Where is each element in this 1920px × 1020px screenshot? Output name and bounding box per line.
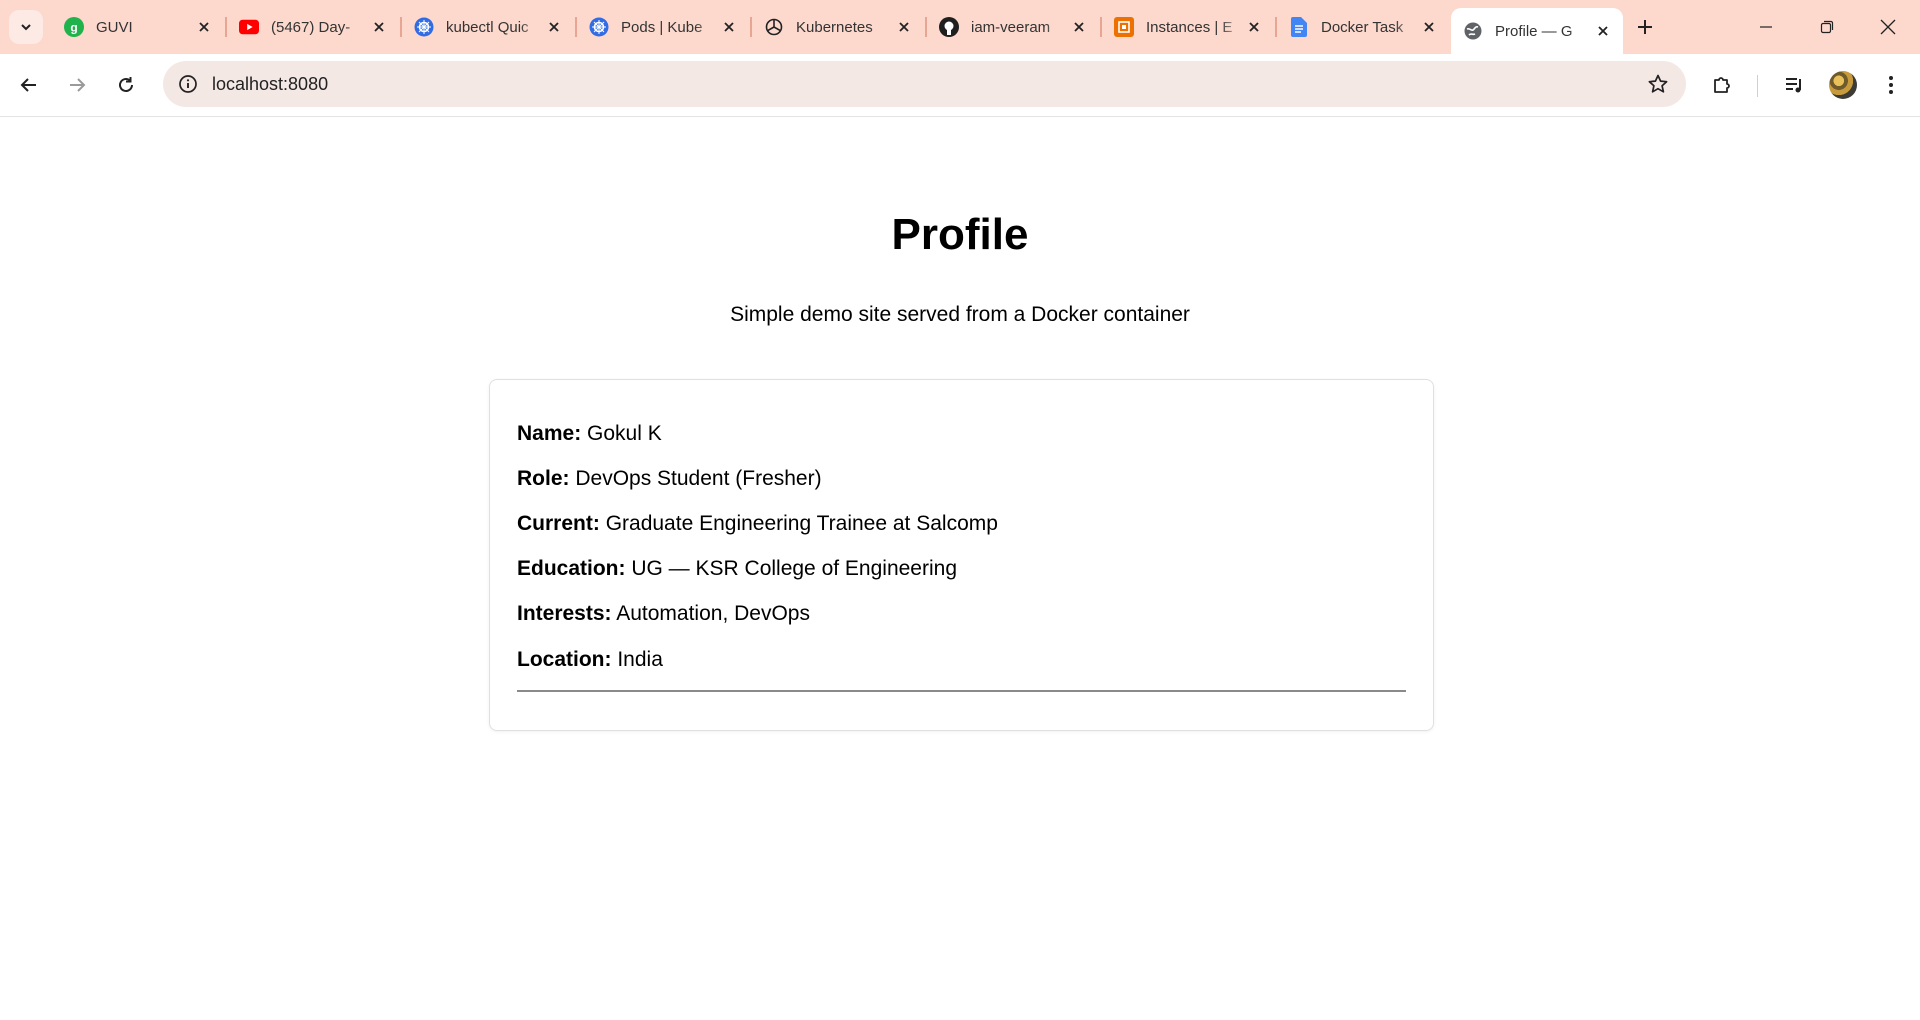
profile-field-education: Education: UG — KSR College of Engineeri… [517, 557, 957, 581]
close-icon[interactable] [194, 17, 214, 37]
svg-text:g: g [70, 21, 77, 35]
github-icon [939, 17, 959, 37]
globe-icon [1463, 21, 1483, 41]
playlist-icon [1786, 78, 1801, 93]
tab-kubectl[interactable]: kubectl Quic [402, 8, 574, 46]
address-bar[interactable]: localhost:8080 [163, 61, 1686, 107]
restore-icon [1820, 20, 1834, 34]
page-content: Profile Simple demo site served from a D… [0, 117, 1920, 1020]
close-icon[interactable] [544, 17, 564, 37]
forward-button[interactable] [59, 67, 95, 103]
close-window-button[interactable] [1858, 0, 1918, 54]
tab-profile-active[interactable]: Profile — G [1451, 8, 1623, 54]
tab-youtube[interactable]: (5467) Day- [227, 8, 399, 46]
aws-ec2-icon [1114, 17, 1134, 37]
field-label: Name: [517, 422, 582, 445]
tab-title: Docker Task [1321, 18, 1404, 36]
profile-card: Name: Gokul K Role: DevOps Student (Fres… [489, 379, 1434, 731]
close-icon[interactable] [719, 17, 739, 37]
back-button[interactable] [11, 67, 47, 103]
star-icon[interactable] [1646, 72, 1670, 96]
field-value: India [617, 648, 663, 671]
field-label: Current: [517, 512, 600, 535]
close-icon[interactable] [369, 17, 389, 37]
field-label: Education: [517, 557, 626, 580]
tab-kubernetes[interactable]: Kubernetes [752, 8, 924, 46]
tab-guvi[interactable]: g GUVI [52, 8, 224, 46]
tab-strip: g GUVI (5467) Day- kubectl Quic Pods | K… [0, 0, 1920, 54]
kubernetes-icon [414, 17, 434, 37]
reload-icon [119, 77, 133, 92]
close-icon[interactable] [1593, 21, 1613, 41]
tab-title: Instances | E [1146, 18, 1233, 36]
tab-title: Pods | Kube [621, 18, 703, 36]
page-title: Profile [891, 210, 1029, 259]
field-label: Interests: [517, 602, 612, 625]
profile-field-location: Location: India [517, 648, 663, 672]
info-icon[interactable] [173, 69, 203, 99]
tab-title: GUVI [96, 18, 133, 36]
url-text[interactable]: localhost:8080 [212, 74, 328, 95]
tab-title: kubectl Quic [446, 18, 529, 36]
field-value: Automation, DevOps [616, 602, 810, 625]
reload-button[interactable] [108, 67, 144, 103]
kubernetes-icon [589, 17, 609, 37]
google-docs-icon [1289, 17, 1309, 37]
new-tab-button[interactable] [1630, 12, 1660, 42]
close-icon[interactable] [1069, 17, 1089, 37]
tab-github[interactable]: iam-veeram [927, 8, 1099, 46]
tab-title: Profile — G [1495, 22, 1573, 40]
profile-field-role: Role: DevOps Student (Fresher) [517, 467, 822, 491]
tab-pods[interactable]: Pods | Kube [577, 8, 749, 46]
openai-icon [764, 17, 784, 37]
close-icon [1880, 19, 1896, 35]
page-subtitle: Simple demo site served from a Docker co… [730, 303, 1190, 326]
field-value: Graduate Engineering Trainee at Salcomp [605, 512, 998, 535]
minimize-icon [1760, 26, 1772, 28]
tab-instances[interactable]: Instances | E [1102, 8, 1274, 46]
arrow-left-icon [20, 78, 36, 92]
profile-field-name: Name: Gokul K [517, 422, 662, 446]
restore-button[interactable] [1797, 0, 1857, 54]
minimize-button[interactable] [1736, 0, 1796, 54]
guvi-icon: g [64, 17, 84, 37]
profile-field-interests: Interests: Automation, DevOps [517, 602, 810, 626]
horizontal-rule [517, 690, 1406, 692]
field-label: Location: [517, 648, 612, 671]
field-label: Role: [517, 467, 570, 490]
chevron-down-icon [21, 24, 31, 31]
field-value: Gokul K [587, 422, 662, 445]
field-value: UG — KSR College of Engineering [631, 557, 958, 580]
tab-title: Kubernetes [796, 18, 873, 36]
extensions-button[interactable] [1705, 68, 1739, 102]
more-vertical-icon [1889, 76, 1893, 94]
plus-icon [1638, 20, 1652, 34]
tab-title: (5467) Day- [271, 18, 351, 36]
arrow-right-icon [70, 78, 86, 92]
profile-avatar[interactable] [1829, 71, 1857, 99]
profile-field-current: Current: Graduate Engineering Trainee at… [517, 512, 998, 536]
tab-title: iam-veeram [971, 18, 1051, 36]
menu-button[interactable] [1874, 68, 1908, 102]
youtube-icon [239, 17, 259, 37]
puzzle-icon [1714, 77, 1730, 93]
close-icon[interactable] [1244, 17, 1264, 37]
browser-toolbar: localhost:8080 [0, 54, 1920, 117]
toolbar-divider [1757, 75, 1758, 97]
tab-search-button[interactable] [9, 10, 43, 44]
close-icon[interactable] [894, 17, 914, 37]
field-value: DevOps Student (Fresher) [575, 467, 822, 490]
close-icon[interactable] [1419, 17, 1439, 37]
tab-docker-task[interactable]: Docker Task [1277, 8, 1449, 46]
media-controls-button[interactable] [1777, 68, 1811, 102]
